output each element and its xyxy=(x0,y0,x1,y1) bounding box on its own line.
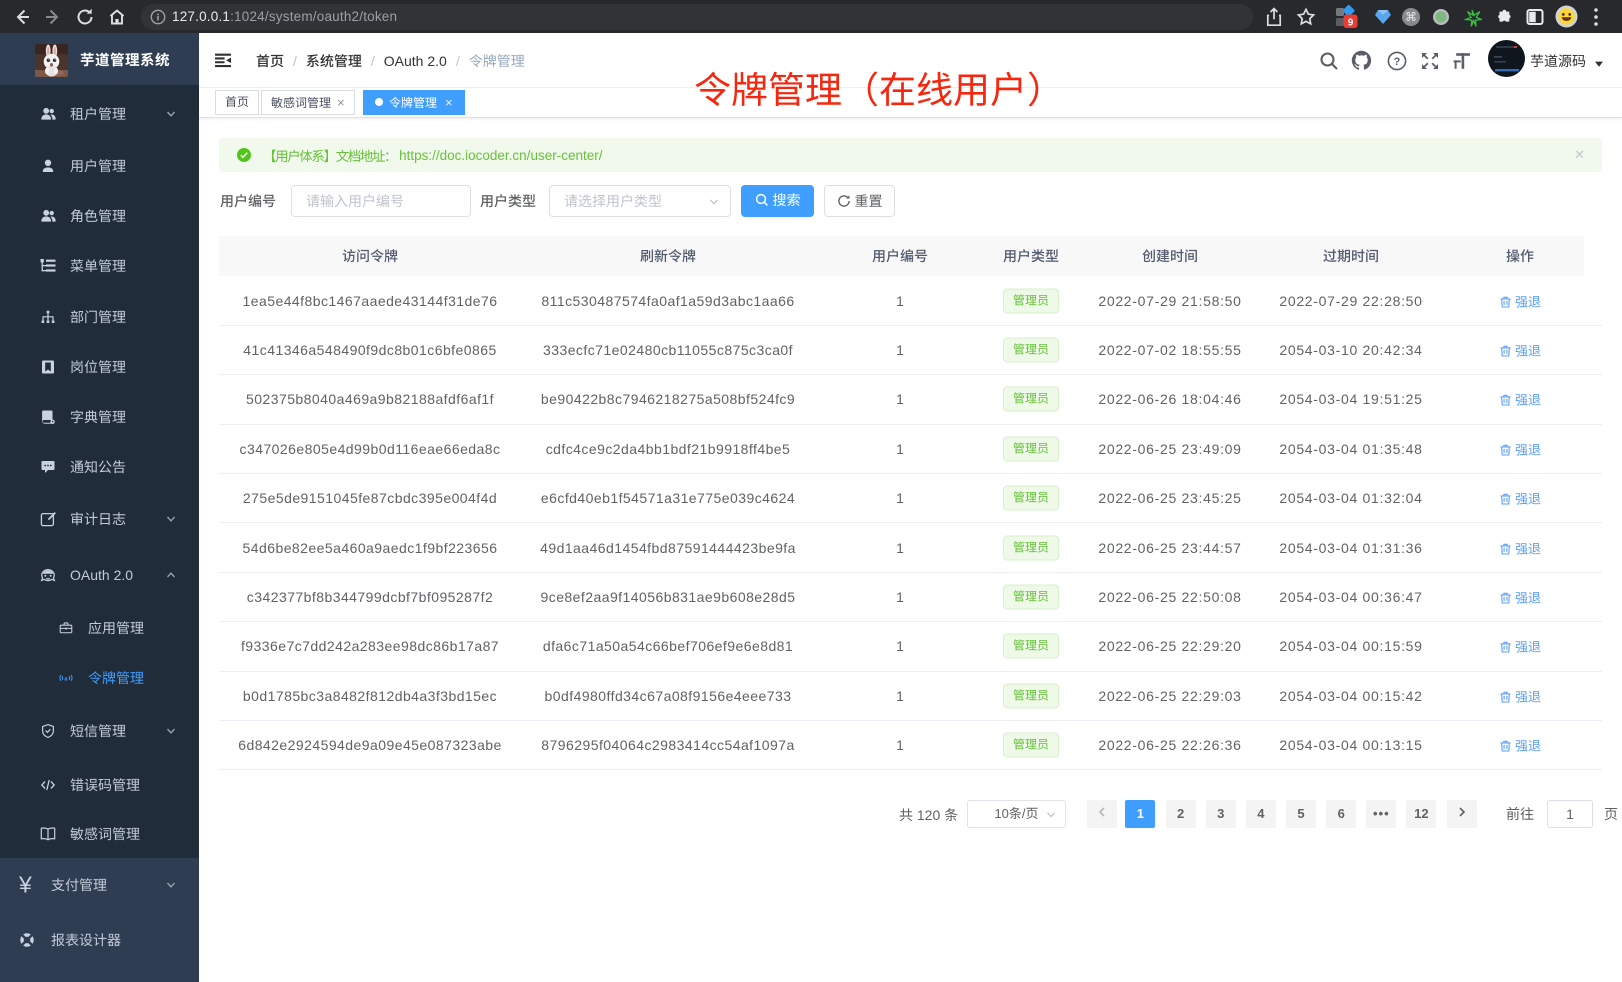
svg-text:?: ? xyxy=(1393,56,1400,68)
svg-text:a: a xyxy=(64,676,68,682)
svg-text:⌘: ⌘ xyxy=(1405,10,1417,24)
svg-text:9: 9 xyxy=(1348,17,1354,28)
